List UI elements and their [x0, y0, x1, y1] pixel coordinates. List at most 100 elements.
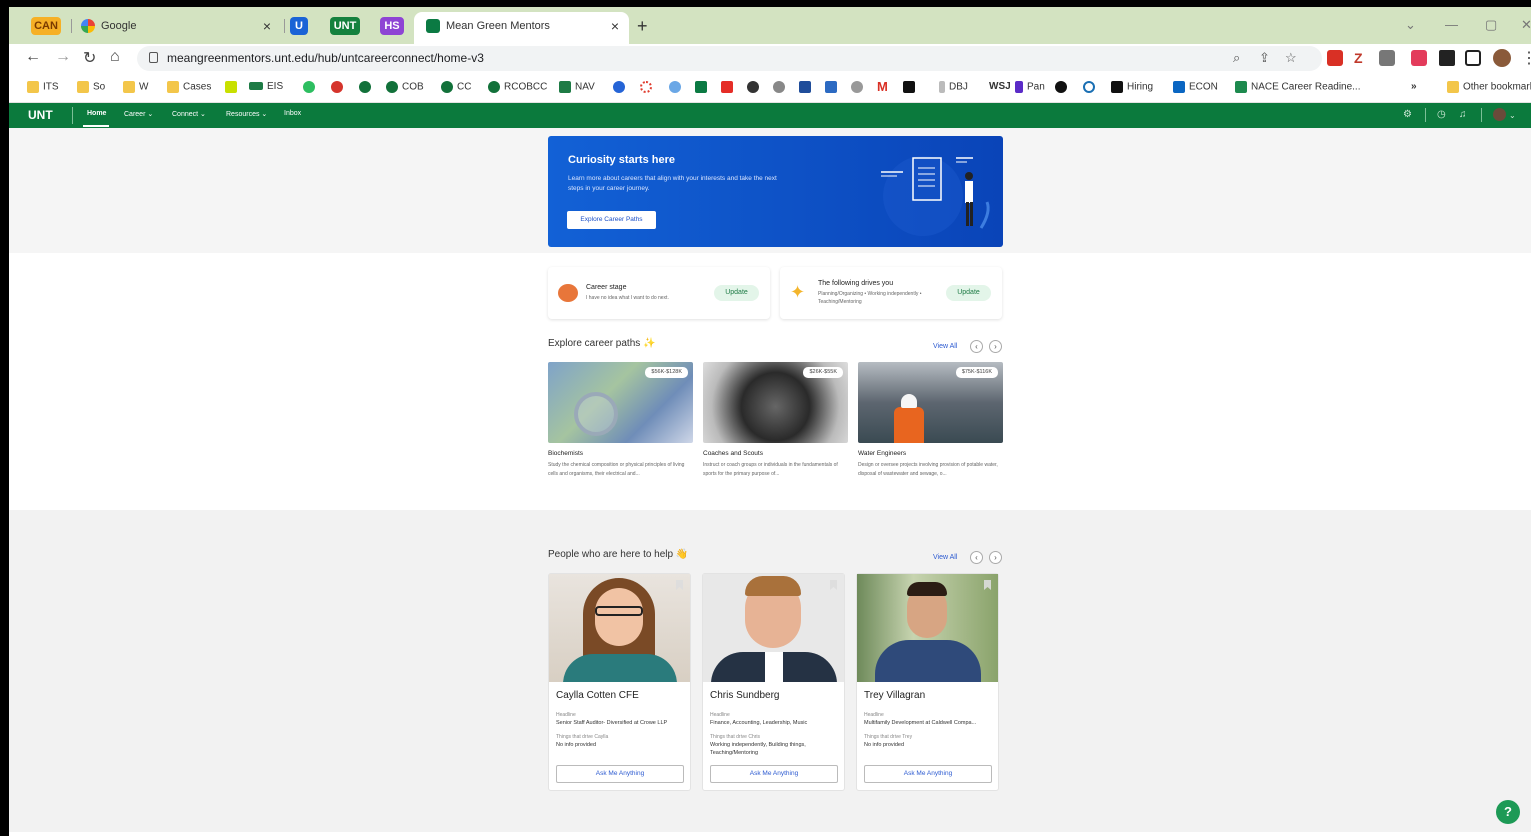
url-text[interactable]: meangreenmentors.unt.edu/hub/untcareerco…: [167, 51, 484, 65]
bookmark-cases[interactable]: Cases: [167, 81, 211, 93]
extension-red-icon[interactable]: [1411, 50, 1427, 66]
view-all-people-link[interactable]: View All: [933, 554, 957, 561]
prev-people-button[interactable]: ‹: [970, 551, 983, 564]
chevron-down-icon[interactable]: ⌄: [1509, 111, 1516, 120]
mentor-card[interactable]: Trey Villagran Headline Multifamily Deve…: [856, 573, 999, 791]
side-panel-icon[interactable]: [1465, 50, 1481, 66]
maximize-icon[interactable]: ▢: [1485, 17, 1497, 33]
settings-icon[interactable]: ⚙: [1403, 109, 1412, 120]
bookmark-grey[interactable]: [773, 81, 789, 93]
bookmark-nace[interactable]: NACE Career Readine...: [1235, 81, 1361, 93]
bookmark-hbr[interactable]: [1055, 81, 1071, 93]
bookmark-w[interactable]: W: [123, 81, 148, 93]
back-icon[interactable]: ←: [25, 48, 41, 66]
puzzle-icon[interactable]: [1439, 50, 1455, 66]
shirt-shape: [765, 652, 783, 682]
view-all-paths-link[interactable]: View All: [933, 343, 957, 350]
forward-icon[interactable]: →: [55, 48, 71, 66]
header-divider: [1425, 108, 1426, 122]
bookmark-youtube[interactable]: [721, 81, 737, 93]
omnibox[interactable]: meangreenmentors.unt.edu/hub/untcareerco…: [137, 46, 1322, 71]
help-button[interactable]: ?: [1496, 800, 1520, 824]
next-paths-button[interactable]: ›: [989, 340, 1002, 353]
unt-logo[interactable]: UNT: [28, 108, 53, 122]
bookmark-dbj[interactable]: DBJ: [939, 81, 968, 93]
clock-icon[interactable]: ◷: [1437, 109, 1446, 120]
bookmark-econ[interactable]: ECON: [1173, 81, 1218, 93]
tab-mean-green-mentors[interactable]: Mean Green Mentors ×: [414, 12, 629, 44]
hair-shape: [907, 582, 947, 596]
ask-me-anything-button[interactable]: Ask Me Anything: [710, 765, 838, 783]
minimize-icon[interactable]: —: [1445, 17, 1458, 32]
bookmark-nav[interactable]: NAV: [559, 81, 595, 93]
bookmark-other[interactable]: Other bookmarks: [1447, 81, 1531, 93]
bookmark-ball[interactable]: [331, 81, 347, 93]
bell-icon[interactable]: ♫: [1459, 109, 1467, 120]
tab-can[interactable]: CAN: [31, 17, 61, 35]
update-drives-button[interactable]: Update: [946, 285, 991, 301]
update-career-stage-button[interactable]: Update: [714, 285, 759, 301]
bookmark-pan[interactable]: Pan: [1015, 81, 1045, 93]
bookmark-wsj[interactable]: WSJ: [989, 81, 1011, 92]
mentor-name: Trey Villagran: [864, 690, 926, 701]
ask-me-anything-button[interactable]: Ask Me Anything: [864, 765, 992, 783]
acrobat-extension-icon[interactable]: [1327, 50, 1343, 66]
reload-icon[interactable]: ↻: [83, 48, 96, 68]
tab-hs[interactable]: HS: [380, 17, 404, 35]
bookmark-gmail[interactable]: M: [877, 79, 888, 94]
explore-career-paths-button[interactable]: Explore Career Paths: [567, 211, 656, 229]
bookmark-cob[interactable]: COB: [386, 81, 424, 93]
bookmark-mgm[interactable]: [695, 81, 711, 93]
nav-connect[interactable]: Connect ⌄: [172, 110, 206, 118]
tab-strip: CAN Google × U UNT HS Mean Green Mentors…: [9, 7, 1531, 44]
menu-icon[interactable]: ⋮: [1521, 48, 1531, 68]
home-icon[interactable]: ⌂: [110, 48, 120, 66]
bookmark-z[interactable]: [613, 81, 629, 93]
nav-inbox[interactable]: Inbox: [284, 110, 301, 117]
nav-home[interactable]: Home: [87, 110, 106, 117]
close-window-icon[interactable]: ✕: [1521, 17, 1531, 33]
chevron-down-icon[interactable]: ⌄: [1405, 17, 1416, 33]
google-icon: [81, 19, 95, 34]
mentor-card[interactable]: Chris Sundberg Headline Finance, Account…: [702, 573, 845, 791]
bookmark-green1[interactable]: [359, 81, 375, 93]
zoom-icon[interactable]: ⌕: [1233, 50, 1240, 66]
bookmark-circle-dark[interactable]: [747, 81, 763, 93]
tab-unt[interactable]: UNT: [330, 17, 360, 35]
profile-avatar-icon[interactable]: [1493, 49, 1511, 67]
ask-me-anything-button[interactable]: Ask Me Anything: [556, 765, 684, 783]
bookmark-its[interactable]: ITS: [27, 81, 59, 93]
bookmark-hiring[interactable]: Hiring: [1111, 81, 1153, 93]
next-people-button[interactable]: ›: [989, 551, 1002, 564]
bookmark-eis[interactable]: EIS: [249, 81, 283, 92]
prev-paths-button[interactable]: ‹: [970, 340, 983, 353]
bookmark-so[interactable]: So: [77, 81, 105, 93]
bookmark-blue2[interactable]: [825, 81, 841, 93]
bookmark-eye[interactable]: [1083, 81, 1099, 93]
nav-career[interactable]: Career ⌄: [124, 110, 153, 118]
bookmark-h-icon[interactable]: [225, 81, 241, 93]
zotero-extension-icon[interactable]: Z: [1354, 50, 1370, 66]
bookmark-dots[interactable]: [640, 81, 656, 93]
bookmarks-overflow[interactable]: »: [1411, 81, 1417, 92]
bookmark-sun[interactable]: [669, 81, 685, 93]
close-tab-icon[interactable]: ×: [263, 15, 271, 37]
bookmark-evernote[interactable]: [303, 81, 319, 93]
share-icon[interactable]: ⇪: [1259, 50, 1270, 66]
star-icon[interactable]: ☆: [1285, 50, 1297, 66]
bookmark-rcobcc[interactable]: RCOBCC: [488, 81, 547, 93]
extension-icon[interactable]: [1379, 50, 1395, 66]
face-shape: [595, 588, 643, 646]
mentor-card[interactable]: Caylla Cotten CFE Headline Senior Staff …: [548, 573, 691, 791]
tab-google[interactable]: Google ×: [81, 15, 281, 44]
bookmark-d[interactable]: [903, 81, 919, 93]
tab-u[interactable]: U: [290, 17, 308, 35]
user-avatar[interactable]: [1493, 108, 1506, 121]
bookmark-grey2[interactable]: [851, 81, 867, 93]
main-content: Curiosity starts here Learn more about c…: [9, 128, 1531, 836]
close-tab-icon[interactable]: ×: [611, 12, 619, 40]
bookmark-blue-sq[interactable]: [799, 81, 815, 93]
bookmark-cc[interactable]: CC: [441, 81, 471, 93]
nav-resources[interactable]: Resources ⌄: [226, 110, 267, 118]
new-tab-icon[interactable]: +: [637, 16, 648, 37]
